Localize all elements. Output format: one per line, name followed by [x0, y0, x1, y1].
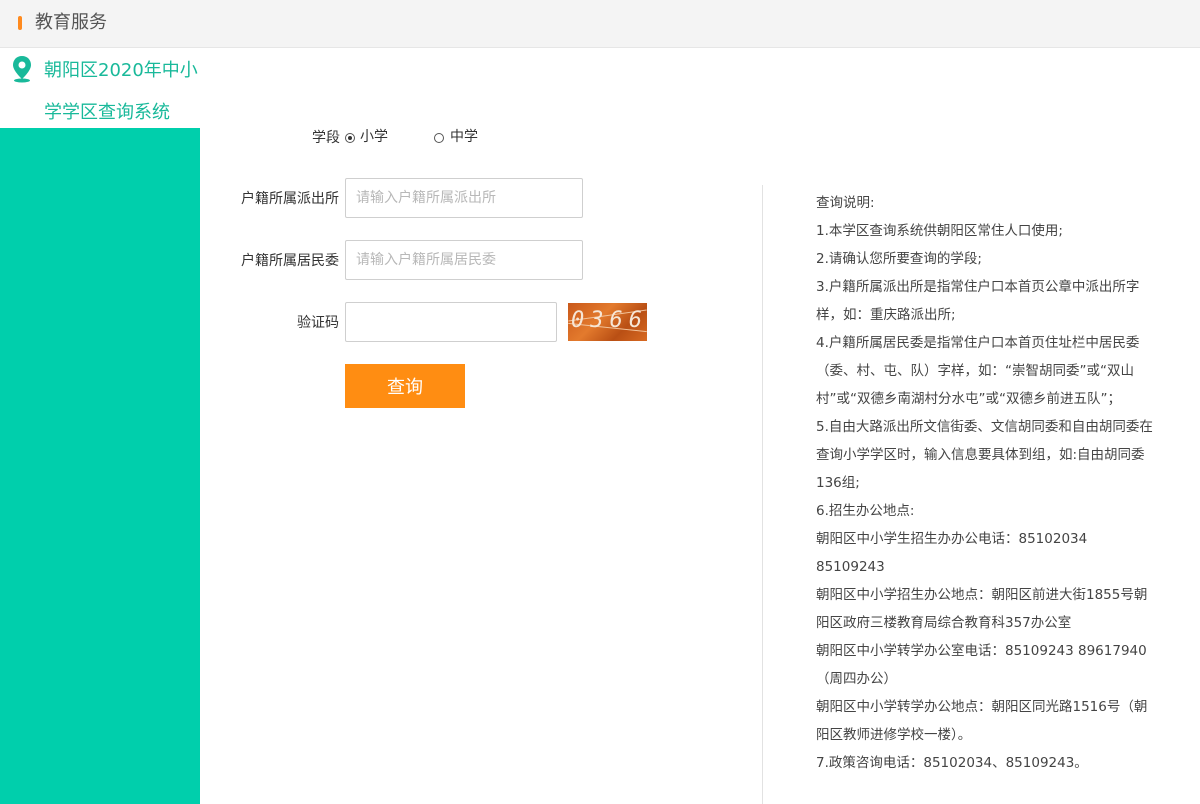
stage-label: 学段 — [312, 130, 340, 146]
radio-primary[interactable] — [345, 133, 355, 143]
header-accent-mark — [18, 16, 22, 30]
radio-secondary[interactable] — [434, 133, 444, 143]
captcha-label: 验证码 — [297, 315, 339, 331]
police-station-input[interactable] — [345, 178, 583, 218]
note-item: 3.户籍所属派出所是指常住户口本首页公章中派出所字样，如：重庆路派出所; — [816, 279, 1140, 323]
captcha-code: 0366 — [571, 308, 647, 333]
system-title-line2: 学学区查询系统 — [44, 102, 170, 123]
note-item: 朝阳区中小学招生办公地点：朝阳区前进大街1855号朝阳区政府三楼教育局综合教育科… — [816, 587, 1148, 631]
notes-heading: 查询说明: — [816, 195, 875, 211]
query-instructions: 查询说明: 1.本学区查询系统供朝阳区常住人口使用; 2.请确认您所要查询的学段… — [816, 189, 1156, 777]
captcha-input[interactable] — [345, 302, 557, 342]
police-station-label: 户籍所属派出所 — [241, 191, 339, 207]
radio-primary-label[interactable]: 小学 — [360, 127, 388, 147]
system-title-line1: 朝阳区2020年中小 — [44, 60, 198, 81]
header-title: 教育服务 — [35, 12, 107, 33]
note-item: 5.自由大路派出所文信街委、文信胡同委和自由胡同委在查询小学学区时，输入信息要具… — [816, 419, 1153, 491]
vertical-divider — [762, 185, 763, 804]
note-item: 85109243 — [816, 559, 885, 575]
sidebar-panel — [0, 128, 200, 804]
note-item: 1.本学区查询系统供朝阳区常住人口使用; — [816, 223, 1063, 239]
note-item: 朝阳区中小学生招生办办公电话：85102034 — [816, 531, 1088, 547]
note-item: 7.政策咨询电话：85102034、85109243。 — [816, 755, 1088, 771]
note-item: 2.请确认您所要查询的学段; — [816, 251, 982, 267]
radio-secondary-label[interactable]: 中学 — [450, 127, 478, 147]
captcha-image[interactable]: 0366 — [568, 303, 647, 341]
top-header-bar: 教育服务 — [0, 0, 1200, 48]
note-item: 4.户籍所属居民委是指常住户口本首页住址栏中居民委（委、村、屯、队）字样，如：“… — [816, 335, 1140, 407]
note-item: 朝阳区中小学转学办公室电话：85109243 89617940（周四办公） — [816, 643, 1147, 687]
note-item: 6.招生办公地点: — [816, 503, 915, 519]
note-item: 朝阳区中小学转学办公地点：朝阳区同光路1516号（朝阳区教师进修学校一楼）。 — [816, 699, 1148, 743]
committee-input[interactable] — [345, 240, 583, 280]
query-button[interactable]: 查询 — [345, 364, 465, 408]
location-pin-icon — [13, 56, 31, 83]
committee-label: 户籍所属居民委 — [241, 253, 339, 269]
